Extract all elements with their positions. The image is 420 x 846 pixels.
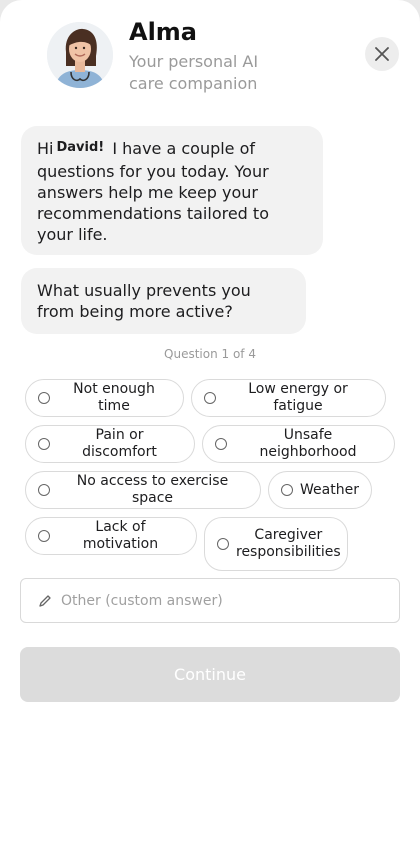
radio-icon xyxy=(38,484,50,496)
option-label: Weather xyxy=(300,481,359,498)
question-progress: Question 1 of 4 xyxy=(164,347,256,361)
option-no-access[interactable]: No access to exercise space xyxy=(25,471,261,509)
option-label: Caregiver responsibilities xyxy=(236,527,341,560)
greeting-prefix: Hi xyxy=(37,139,54,158)
option-label: Not enough time xyxy=(73,381,155,414)
radio-icon xyxy=(204,392,216,404)
continue-button[interactable]: Continue xyxy=(20,647,400,702)
user-name: David! xyxy=(56,140,105,155)
assistant-subtitle: Your personal AI care companion xyxy=(129,52,259,93)
option-unsafe-neighborhood[interactable]: Unsafe neighborhood xyxy=(202,425,395,463)
chat-sheet: Alma Your personal AI care companion Hi D… xyxy=(0,0,420,846)
radio-icon xyxy=(217,538,229,550)
pencil-icon xyxy=(39,594,51,607)
option-label: Unsafe neighborhood xyxy=(259,427,357,460)
close-button[interactable] xyxy=(365,37,399,71)
greeting-message: Hi David! I have a couple of questions fo… xyxy=(21,126,323,255)
option-not-enough-time[interactable]: Not enough time xyxy=(25,379,184,417)
nurse-avatar-icon xyxy=(47,22,113,88)
option-lack-of-motivation[interactable]: Lack of motivation xyxy=(25,517,197,555)
option-label: No access to exercise space xyxy=(76,473,229,506)
question-message: What usually prevents you from being mor… xyxy=(21,268,306,334)
other-answer-input[interactable] xyxy=(61,592,361,609)
option-label: Low energy or fatigue xyxy=(248,381,348,414)
close-icon xyxy=(375,47,389,61)
other-answer-field[interactable] xyxy=(20,578,400,623)
option-caregiver[interactable]: Caregiver responsibilities xyxy=(204,517,348,571)
option-weather[interactable]: Weather xyxy=(268,471,372,509)
assistant-name: Alma xyxy=(129,18,198,46)
option-label: Pain or discomfort xyxy=(82,427,157,460)
option-low-energy[interactable]: Low energy or fatigue xyxy=(191,379,386,417)
option-pain[interactable]: Pain or discomfort xyxy=(25,425,195,463)
radio-icon xyxy=(38,438,50,450)
radio-icon xyxy=(281,484,293,496)
radio-icon xyxy=(215,438,227,450)
radio-icon xyxy=(38,392,50,404)
option-label: Lack of motivation xyxy=(82,519,159,552)
radio-icon xyxy=(38,530,50,542)
